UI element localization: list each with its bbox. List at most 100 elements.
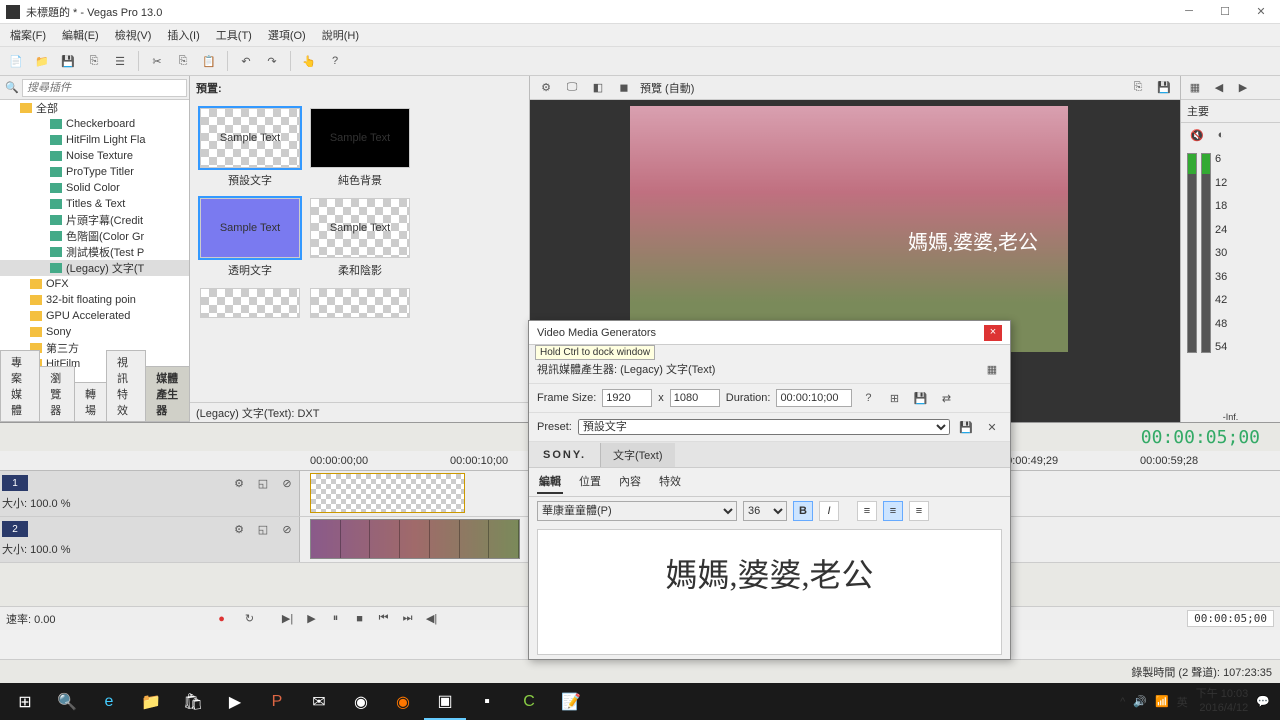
search-input[interactable] bbox=[22, 79, 187, 97]
bold-button[interactable]: B bbox=[793, 501, 813, 521]
tree-item-selected[interactable]: (Legacy) 文字(T bbox=[66, 260, 144, 276]
save-preset-icon[interactable]: 💾 bbox=[956, 417, 976, 437]
tab-explorer[interactable]: 瀏覽器 bbox=[39, 366, 75, 422]
clock[interactable]: 下午 10:032016/4/12 bbox=[1196, 688, 1249, 714]
menu-tools[interactable]: 工具(T) bbox=[210, 25, 258, 45]
align-center-button[interactable]: ≡ bbox=[883, 501, 903, 521]
font-size-select[interactable]: 36 bbox=[743, 501, 787, 521]
align-right-button[interactable]: ≡ bbox=[909, 501, 929, 521]
tab-video-fx[interactable]: 視訊特效 bbox=[106, 350, 146, 422]
mail-icon[interactable]: ✉ bbox=[298, 683, 340, 720]
undo-icon[interactable]: ↶ bbox=[236, 51, 256, 71]
menu-help[interactable]: 說明(H) bbox=[316, 25, 365, 45]
notepad-icon[interactable]: 📝 bbox=[550, 683, 592, 720]
cut-icon[interactable]: ✂ bbox=[147, 51, 167, 71]
mixer-next-icon[interactable]: ▶ bbox=[1233, 78, 1253, 98]
tab-content[interactable]: 內容 bbox=[617, 470, 643, 494]
powerpoint-icon[interactable]: P bbox=[256, 683, 298, 720]
generator-tab[interactable]: 文字(Text) bbox=[600, 443, 675, 467]
search-icon[interactable]: 🔍 bbox=[2, 78, 22, 98]
track-motion-icon[interactable]: ◱ bbox=[253, 519, 273, 539]
preset-item[interactable]: Sample Text 預設文字 bbox=[200, 108, 300, 188]
help-icon[interactable]: ? bbox=[858, 388, 878, 408]
mute-icon[interactable]: 🔇 bbox=[1187, 125, 1207, 145]
new-icon[interactable]: 📄 bbox=[6, 51, 26, 71]
track-fx-icon[interactable]: ⚙ bbox=[229, 473, 249, 493]
stop-icon[interactable]: ■ bbox=[350, 609, 370, 629]
preview-quality-icon[interactable]: ◼ bbox=[614, 78, 634, 98]
start-button[interactable]: ⊞ bbox=[4, 683, 46, 720]
redo-icon[interactable]: ↷ bbox=[262, 51, 282, 71]
font-family-select[interactable]: 華康童童體(P) bbox=[537, 501, 737, 521]
menu-view[interactable]: 檢視(V) bbox=[109, 25, 158, 45]
vegas-taskbar-icon[interactable]: ▣ bbox=[424, 683, 466, 720]
go-end-icon[interactable]: ⏭ bbox=[398, 609, 418, 629]
preset-item[interactable]: Sample Text 透明文字 bbox=[200, 198, 300, 278]
save-snapshot-icon[interactable]: 💾 bbox=[1154, 78, 1174, 98]
replace-icon[interactable]: ⇄ bbox=[936, 388, 956, 408]
store-icon[interactable]: 🛍 bbox=[172, 683, 214, 720]
media-generator-dialog[interactable]: Video Media Generators × Hold Ctrl to do… bbox=[528, 320, 1011, 660]
search-icon[interactable]: 🔍 bbox=[46, 683, 88, 720]
plugin-chain-icon[interactable]: ▦ bbox=[982, 359, 1002, 379]
volume-icon[interactable]: 🔊 bbox=[1133, 695, 1147, 708]
tree-item[interactable]: Noise Texture bbox=[66, 150, 133, 162]
frame-height-input[interactable] bbox=[670, 389, 720, 407]
paste-icon[interactable]: 📋 bbox=[199, 51, 219, 71]
track-mute-icon[interactable]: ⊘ bbox=[277, 473, 297, 493]
menu-edit[interactable]: 編輯(E) bbox=[56, 25, 105, 45]
preview-quality-label[interactable]: 預覽 (自動) bbox=[640, 80, 694, 96]
render-icon[interactable]: ⎘ bbox=[84, 51, 104, 71]
split-screen-icon[interactable]: ◧ bbox=[588, 78, 608, 98]
save-icon[interactable]: 💾 bbox=[58, 51, 78, 71]
edge-icon[interactable]: e bbox=[88, 683, 130, 720]
frame-width-input[interactable] bbox=[602, 389, 652, 407]
tree-item[interactable]: Checkerboard bbox=[66, 118, 135, 130]
tab-edit[interactable]: 編輯 bbox=[537, 470, 563, 494]
italic-button[interactable]: I bbox=[819, 501, 839, 521]
preset-item[interactable] bbox=[310, 288, 410, 318]
preset-item[interactable]: Sample Text 柔和陰影 bbox=[310, 198, 410, 278]
chrome-icon[interactable]: ◉ bbox=[340, 683, 382, 720]
network-icon[interactable]: 📶 bbox=[1155, 695, 1169, 708]
tree-item[interactable]: 片頭字幕(Credit bbox=[66, 212, 143, 228]
timeline-position[interactable]: 00:00:05;00 bbox=[1187, 610, 1274, 627]
explorer-icon[interactable]: 📁 bbox=[130, 683, 172, 720]
track-motion-icon[interactable]: ◱ bbox=[253, 473, 273, 493]
play-icon[interactable]: ▶ bbox=[302, 609, 322, 629]
tree-item[interactable]: 測試模板(Test P bbox=[66, 244, 144, 260]
match-media-icon[interactable]: ⊞ bbox=[884, 388, 904, 408]
tree-folder[interactable]: 第三方 bbox=[46, 340, 79, 356]
preset-select[interactable]: 預設文字 bbox=[578, 419, 950, 435]
properties-icon[interactable]: ☰ bbox=[110, 51, 130, 71]
tree-item[interactable]: ProType Titler bbox=[66, 166, 134, 178]
go-start-icon[interactable]: ⏮ bbox=[374, 609, 394, 629]
loop-icon[interactable]: ↻ bbox=[240, 609, 260, 629]
tree-folder[interactable]: 32-bit floating poin bbox=[46, 294, 136, 306]
plugin-tree[interactable]: 全部 Checkerboard HitFilm Light Fla Noise … bbox=[0, 100, 189, 390]
copy-snapshot-icon[interactable]: ⎘ bbox=[1128, 78, 1148, 98]
preview-settings-icon[interactable]: ⚙ bbox=[536, 78, 556, 98]
record-icon[interactable]: ● bbox=[212, 609, 232, 629]
videos-icon[interactable]: ▶ bbox=[214, 683, 256, 720]
tab-project-media[interactable]: 專案媒體 bbox=[0, 350, 40, 422]
save-icon[interactable]: 💾 bbox=[910, 388, 930, 408]
tray-up-icon[interactable]: ^ bbox=[1120, 696, 1125, 708]
play-start-icon[interactable]: ▶| bbox=[278, 609, 298, 629]
preset-item[interactable]: Sample Text 純色背景 bbox=[310, 108, 410, 188]
pause-icon[interactable]: ⏸ bbox=[326, 609, 346, 629]
track-mute-icon[interactable]: ⊘ bbox=[277, 519, 297, 539]
tree-folder[interactable]: GPU Accelerated bbox=[46, 310, 130, 322]
minimize-button[interactable]: ─ bbox=[1180, 5, 1198, 18]
tree-item[interactable]: Titles & Text bbox=[66, 198, 125, 210]
mixer-icon[interactable]: ▦ bbox=[1185, 78, 1205, 98]
tab-transitions[interactable]: 轉場 bbox=[74, 382, 107, 422]
tree-item[interactable]: HitFilm Light Fla bbox=[66, 134, 145, 146]
tab-media-generators[interactable]: 媒體產生器 bbox=[145, 366, 190, 422]
menu-file[interactable]: 檔案(F) bbox=[4, 25, 52, 45]
maximize-button[interactable]: ☐ bbox=[1216, 5, 1234, 18]
tab-position[interactable]: 位置 bbox=[577, 470, 603, 494]
cmd-icon[interactable]: ▪ bbox=[466, 683, 508, 720]
system-tray[interactable]: ^ 🔊 📶 英 下午 10:032016/4/12 💬 bbox=[1120, 688, 1276, 714]
text-clip[interactable] bbox=[310, 473, 465, 513]
